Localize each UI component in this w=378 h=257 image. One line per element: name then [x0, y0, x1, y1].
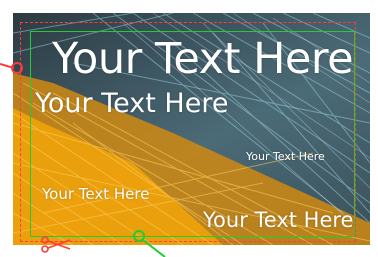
safe-area-guide: [30, 31, 355, 237]
design-canvas[interactable]: Your Text Here Your Text Here Your Text …: [0, 0, 378, 257]
